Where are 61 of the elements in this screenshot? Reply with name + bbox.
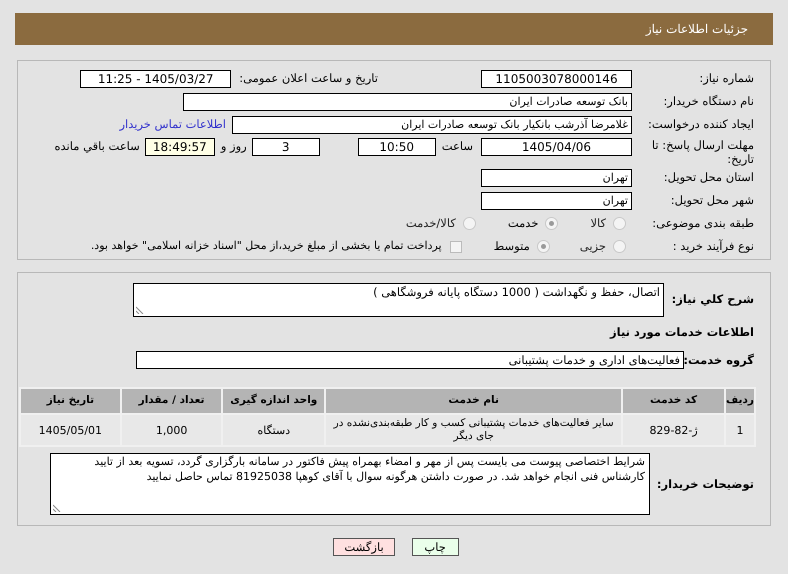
column-header: تاریخ نیاز (21, 389, 120, 414)
field-label: شماره نیاز: (698, 70, 754, 87)
option-label: كالا/خدمت (406, 214, 456, 232)
page-title: جزئیات اطلاعات نیاز (646, 21, 748, 38)
table-cell: 1405/05/01 (21, 415, 120, 446)
column-header: کد خدمت (623, 389, 724, 414)
field-label: توضیحات خریدار: (656, 476, 754, 493)
input-field[interactable]: بانک توسعه صادرات ایران (183, 92, 632, 110)
option-label: پرداخت تمام یا بخشی از مبلغ خرید،از محل "اسناد خزانه اسلامی" خواهد بود. (90, 238, 442, 254)
option-label: متوسط (494, 238, 530, 255)
checkbox[interactable] (450, 240, 462, 252)
option-label: كالا (590, 214, 606, 232)
radio-button[interactable] (545, 217, 558, 230)
input-field[interactable]: 1105003078000146 (481, 70, 632, 88)
field-label: روز و (220, 138, 247, 155)
field-label: نام دستگاه خریدار: (662, 92, 754, 110)
option-label: خدمت (508, 214, 538, 232)
field-label: مهلت ارسال پاسخ: تا تاریخ: (650, 138, 754, 166)
description-text: اتصال، حفظ و نگهداشت ( 1000 دستگاه پایانه فروشگاهی ) (373, 285, 660, 299)
input-field[interactable]: غلامرضا آذرشب بانکیار بانک توسعه صادرات ایران (232, 116, 632, 134)
column-header: تعداد / مقدار (122, 389, 222, 414)
input-field[interactable]: 1405/03/27 - 11:25 (80, 70, 232, 88)
input-field[interactable]: 1405/04/06 (481, 138, 632, 156)
print-button[interactable]: چاپ (412, 538, 459, 556)
input-field[interactable]: تهران (481, 192, 632, 210)
countdown-field: 18:49:57 (144, 138, 215, 156)
resize-grip-icon[interactable] (136, 306, 144, 314)
column-header: نام خدمت (326, 389, 622, 414)
field-label: ساعت (442, 138, 473, 155)
table-cell: 1 (726, 415, 754, 446)
field-label: گروه خدمت: (684, 352, 754, 369)
field-label: طبقه بندی موضوعی: (651, 214, 754, 232)
field-label: ایجاد کننده درخواست: (647, 116, 754, 133)
table-cell: 1,000 (122, 415, 222, 446)
column-header: ردیف (726, 389, 754, 414)
notes-field[interactable] (50, 453, 650, 516)
input-field[interactable]: فعالیت‌های اداری و خدمات پشتیبانی (136, 351, 684, 370)
table-cell: ژ-82-829 (623, 415, 724, 446)
input-field[interactable]: تهران (481, 168, 632, 186)
field-label: ساعت باقي مانده (54, 138, 140, 155)
radio-button[interactable] (536, 240, 550, 253)
field-label: تاریخ و ساعت اعلان عمومی: (239, 70, 378, 87)
resize-grip-icon[interactable] (53, 504, 61, 512)
notes-text: شرایط اختصاصی پیوست می بایست پس از مهر و امضاء بهمراه پیش فاکتور در سامانه بارگزاری گردد، تسویه بعد از تایید کارشناس فنی انجام خواهد شد. در صورت داشتن هرگونه سوال با آقای کوهپا 81925038 تماس حاصل نمایید (94, 455, 645, 484)
input-field[interactable]: 3 (252, 138, 320, 156)
field-label: شرح کلي نیاز: (670, 291, 754, 308)
buyer-contact-link[interactable]: اطلاعات تماس خریدار (119, 116, 226, 134)
table-cell: دستگاه (223, 415, 324, 446)
input-field[interactable]: 10:50 (358, 138, 436, 156)
back-button[interactable]: بازگشت (333, 538, 395, 556)
table-cell: سایر فعالیت‌های خدمات پشتیبانی کسب و کار طبقه‌بندی‌نشده در جای دیگر (326, 415, 622, 446)
description-field[interactable]: اتصال، حفظ و نگهداشت ( 1000 دستگاه پایانه فروشگاهی ) (133, 283, 664, 317)
field-label: استان محل تحویل: (662, 168, 754, 186)
field-label: نوع فرآیند خرید : (672, 238, 754, 255)
radio-button[interactable] (462, 217, 476, 230)
radio-button[interactable] (613, 217, 626, 230)
radio-button[interactable] (613, 240, 626, 253)
option-label: جزیی (580, 238, 606, 255)
section-heading: اطلاعات خدمات مورد نیاز (608, 324, 754, 341)
column-header: واحد اندازه گیری (223, 389, 324, 414)
field-label: شهر محل تحویل: (670, 192, 754, 209)
